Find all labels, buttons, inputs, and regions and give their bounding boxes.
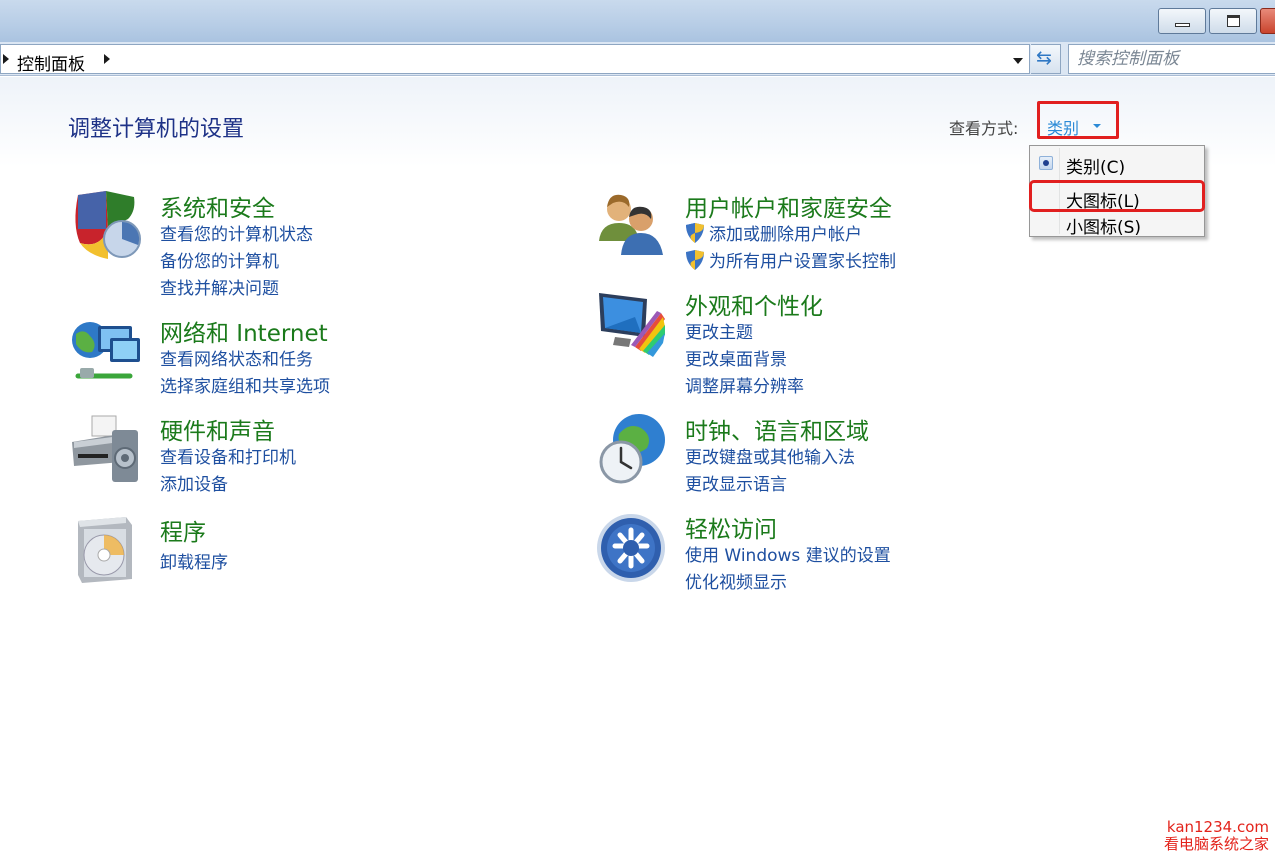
link-view-computer-status[interactable]: 查看您的计算机状态 — [160, 220, 313, 245]
category-ease-of-access: 轻松访问 使用 Windows 建议的设置 优化视频显示 — [595, 510, 1015, 595]
maximize-button[interactable] — [1209, 8, 1257, 34]
link-homegroup-sharing[interactable]: 选择家庭组和共享选项 — [160, 372, 330, 397]
radio-selected-icon — [1039, 156, 1053, 170]
title-bar — [0, 0, 1275, 42]
page-title: 调整计算机的设置 — [68, 117, 245, 142]
category-title[interactable]: 轻松访问 — [685, 510, 777, 544]
link-change-theme[interactable]: 更改主题 — [685, 318, 753, 343]
content-area: 调整计算机的设置 查看方式: 类别 类别(C) 大图标(L) 小图标(S) 系统… — [0, 77, 1275, 855]
breadcrumb-control-panel[interactable]: 控制面板 — [17, 50, 85, 75]
category-hardware-sound: 硬件和声音 查看设备和打印机 添加设备 — [70, 412, 490, 497]
clock-globe-icon[interactable] — [595, 412, 669, 486]
menu-item-label: 类别(C) — [1066, 158, 1126, 178]
category-network-internet: 网络和 Internet 查看网络状态和任务 选择家庭组和共享选项 — [70, 314, 490, 399]
link-devices-printers[interactable]: 查看设备和打印机 — [160, 443, 296, 468]
maximize-icon — [1227, 15, 1240, 27]
link-network-status[interactable]: 查看网络状态和任务 — [160, 345, 313, 370]
watermark-url: kan1234.com — [1166, 818, 1269, 836]
category-title[interactable]: 网络和 Internet — [160, 314, 328, 348]
category-title[interactable]: 程序 — [160, 513, 206, 547]
category-title[interactable]: 硬件和声音 — [160, 412, 275, 446]
address-bar[interactable]: 控制面板 — [0, 44, 1030, 75]
programs-disc-icon[interactable] — [70, 513, 144, 587]
link-parental-controls[interactable]: 为所有用户设置家长控制 — [709, 247, 896, 272]
category-title[interactable]: 用户帐户和家庭安全 — [685, 189, 892, 223]
close-button[interactable] — [1260, 8, 1275, 34]
category-title[interactable]: 系统和安全 — [160, 189, 275, 223]
minimize-icon — [1175, 23, 1190, 27]
view-by-dropdown[interactable]: 类别 — [1037, 101, 1119, 139]
category-title[interactable]: 时钟、语言和区域 — [685, 412, 869, 446]
link-add-remove-accounts[interactable]: 添加或删除用户帐户 — [709, 220, 862, 245]
network-globe-icon[interactable] — [70, 314, 144, 388]
dropdown-caret-icon — [1093, 124, 1101, 128]
minimize-button[interactable] — [1158, 8, 1206, 34]
link-optimize-visual-display[interactable]: 优化视频显示 — [685, 568, 787, 593]
refresh-button[interactable]: ⇆ — [1031, 44, 1061, 74]
watermark-site-name: 看电脑系统之家 — [1163, 835, 1269, 853]
link-backup-computer[interactable]: 备份您的计算机 — [160, 247, 279, 272]
link-change-desktop-background[interactable]: 更改桌面背景 — [685, 345, 787, 370]
printer-speaker-icon[interactable] — [70, 412, 144, 486]
search-input[interactable] — [1077, 48, 1275, 70]
menu-item-category[interactable]: 类别(C) — [1032, 149, 1202, 178]
watermark: kan1234.com 看电脑系统之家 — [1164, 819, 1269, 853]
link-add-device[interactable]: 添加设备 — [160, 470, 228, 495]
uac-shield-icon — [686, 250, 704, 270]
link-windows-recommended-settings[interactable]: 使用 Windows 建议的设置 — [685, 541, 891, 566]
users-icon[interactable] — [595, 189, 669, 263]
category-system-security: 系统和安全 查看您的计算机状态 备份您的计算机 查找并解决问题 — [70, 189, 490, 299]
link-troubleshoot[interactable]: 查找并解决问题 — [160, 274, 279, 299]
category-title[interactable]: 外观和个性化 — [685, 287, 823, 321]
menu-item-small-icons[interactable]: 小图标(S) — [1032, 209, 1202, 238]
search-box[interactable] — [1068, 44, 1275, 74]
category-clock-language-region: 时钟、语言和区域 更改键盘或其他输入法 更改显示语言 — [595, 412, 1015, 497]
link-uninstall-program[interactable]: 卸载程序 — [160, 548, 228, 573]
link-change-input-method[interactable]: 更改键盘或其他输入法 — [685, 443, 855, 468]
link-change-display-language[interactable]: 更改显示语言 — [685, 470, 787, 495]
monitor-palette-icon[interactable] — [595, 287, 669, 361]
category-programs: 程序 卸载程序 — [70, 513, 490, 593]
view-by-label: 查看方式: — [949, 119, 1019, 138]
menu-item-label: 小图标(S) — [1066, 218, 1142, 238]
view-by-value[interactable]: 类别 — [1047, 115, 1079, 139]
address-row: 控制面板 ⇆ — [0, 42, 1275, 76]
ease-of-access-icon[interactable] — [595, 510, 669, 584]
breadcrumb-root-arrow-icon[interactable] — [3, 54, 9, 64]
uac-shield-icon — [686, 223, 704, 243]
refresh-icon: ⇆ — [1036, 47, 1052, 69]
address-history-dropdown-icon[interactable] — [1013, 58, 1023, 64]
breadcrumb-next-arrow-icon[interactable] — [104, 54, 110, 64]
shield-security-icon[interactable] — [70, 189, 144, 263]
link-adjust-resolution[interactable]: 调整屏幕分辨率 — [685, 372, 804, 397]
menu-item-large-icons[interactable]: 大图标(L) — [1029, 180, 1205, 212]
category-appearance: 外观和个性化 更改主题 更改桌面背景 调整屏幕分辨率 — [595, 287, 1015, 397]
category-user-accounts: 用户帐户和家庭安全 添加或删除用户帐户 为所有用户设置家长控制 — [595, 189, 1015, 274]
view-by-menu: 类别(C) 大图标(L) 小图标(S) — [1029, 145, 1205, 238]
